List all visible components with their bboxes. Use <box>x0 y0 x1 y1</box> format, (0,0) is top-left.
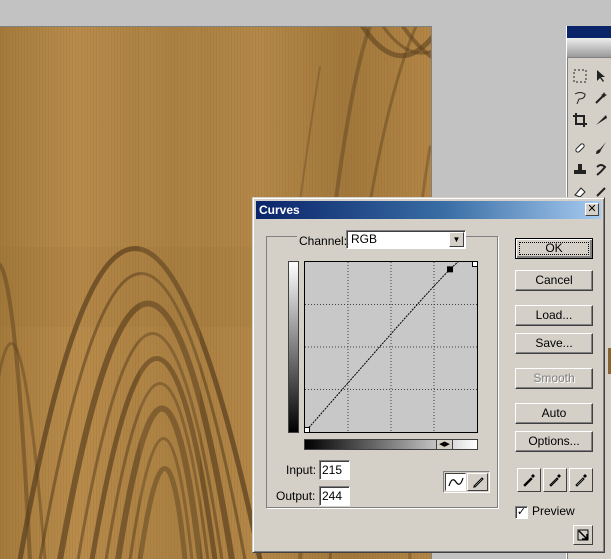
output-value-field[interactable]: 244 <box>319 486 350 506</box>
resize-icon <box>577 529 589 541</box>
pencil-icon <box>472 477 484 488</box>
curve-mode-group <box>443 471 490 493</box>
gray-eyedropper-button[interactable] <box>543 468 567 492</box>
curve-icon <box>447 477 464 487</box>
healing-brush-icon[interactable] <box>570 138 590 158</box>
pencil-mode-button[interactable] <box>467 473 488 491</box>
workspace: Curves ✕ Channel: RGB ▼ ◀▶ Input: 215 Ou… <box>0 0 611 559</box>
curve-control-point[interactable] <box>472 262 478 267</box>
close-icon: ✕ <box>587 203 597 215</box>
curves-dialog: Curves ✕ Channel: RGB ▼ ◀▶ Input: 215 Ou… <box>252 197 605 553</box>
auto-button[interactable]: Auto <box>515 403 593 424</box>
gradient-toggle-icon[interactable]: ◀▶ <box>436 439 453 450</box>
preview-checkbox[interactable]: ✓ <box>515 506 528 519</box>
preview-label[interactable]: Preview <box>532 504 575 518</box>
black-eyedropper-button[interactable] <box>517 468 541 492</box>
gray-eyedropper-icon <box>549 474 561 487</box>
resize-button[interactable] <box>573 525 593 545</box>
save-button[interactable]: Save... <box>515 333 593 354</box>
channel-label: Channel: <box>297 234 350 248</box>
history-brush-icon[interactable] <box>591 160 611 180</box>
magic-wand-icon[interactable] <box>591 88 611 108</box>
chevron-down-icon[interactable]: ▼ <box>449 232 464 247</box>
curve-control-point[interactable] <box>447 266 454 273</box>
dialog-titlebar[interactable]: Curves ✕ <box>256 201 601 219</box>
output-label: Output: <box>276 489 316 503</box>
crop-tool-icon[interactable] <box>570 110 590 130</box>
white-eyedropper-icon <box>575 474 587 487</box>
move-tool-icon[interactable] <box>591 66 611 86</box>
channel-select-value: RGB <box>351 232 378 246</box>
output-gradient-bar <box>288 261 299 433</box>
curve-mode-button[interactable] <box>445 473 466 491</box>
marquee-tool-icon[interactable] <box>570 66 590 86</box>
close-button[interactable]: ✕ <box>585 203 599 216</box>
channel-select[interactable]: RGB ▼ <box>346 230 466 249</box>
curve-graph[interactable] <box>304 261 478 433</box>
input-value-field[interactable]: 215 <box>319 460 350 480</box>
black-eyedropper-icon <box>523 474 535 487</box>
white-eyedropper-button[interactable] <box>569 468 593 492</box>
toolbox-logo[interactable] <box>567 38 611 58</box>
dialog-title: Curves <box>259 203 300 217</box>
stamp-tool-icon[interactable] <box>570 160 590 180</box>
load-button[interactable]: Load... <box>515 305 593 326</box>
curve-control-point[interactable] <box>305 427 310 433</box>
cancel-button[interactable]: Cancel <box>515 270 593 291</box>
slice-tool-icon[interactable] <box>591 110 611 130</box>
smooth-button: Smooth <box>515 368 593 389</box>
lasso-tool-icon[interactable] <box>570 88 590 108</box>
brush-tool-icon[interactable] <box>591 138 611 158</box>
input-label: Input: <box>286 463 317 477</box>
options-button[interactable]: Options... <box>515 431 593 452</box>
input-gradient-bar: ◀▶ <box>304 439 478 450</box>
ok-button[interactable]: OK <box>515 238 593 259</box>
toolbox-titlebar[interactable] <box>567 26 611 38</box>
